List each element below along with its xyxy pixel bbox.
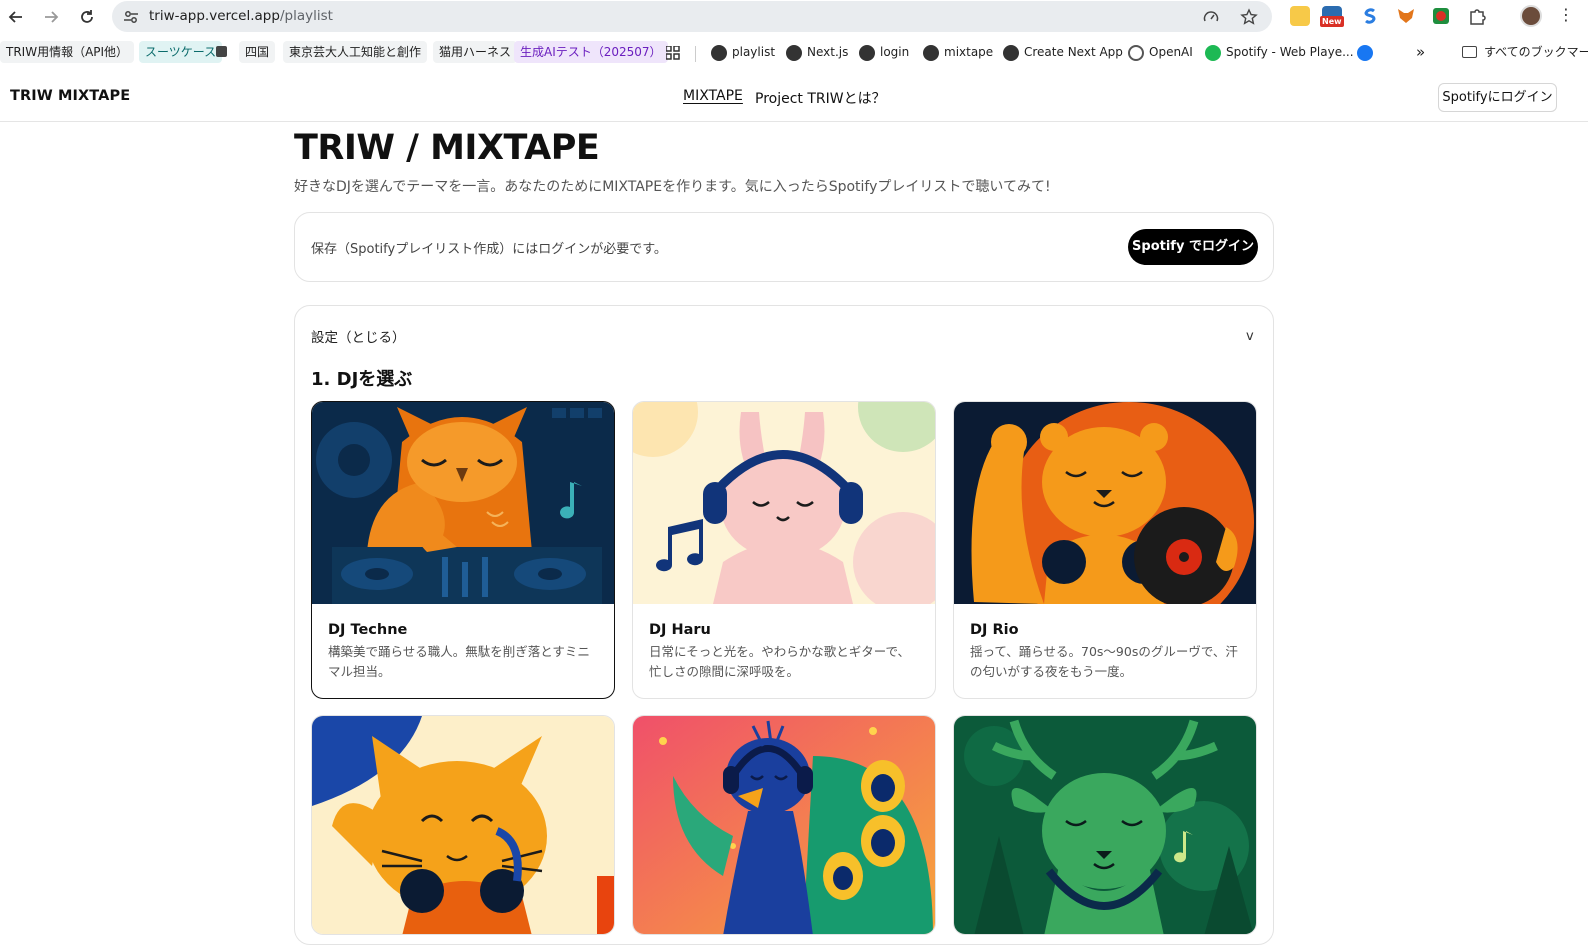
bookmark-login[interactable]: login (880, 42, 909, 62)
login-notice-text: 保存（Spotifyプレイリスト作成）にはログインが必要です。 (311, 242, 667, 257)
chevron-down-icon[interactable]: v (1246, 329, 1254, 344)
facebook-icon[interactable] (1357, 45, 1373, 61)
folder-icon (1462, 46, 1477, 58)
dj-deer-illustration (954, 716, 1256, 934)
news-extension-icon[interactable]: New (1320, 6, 1344, 27)
dj-card-techne[interactable]: DJ Techne 構築美で踊らせる職人。無駄を削ぎ落とすミニマル担当。 (311, 401, 615, 699)
dj-description: 日常にそっと光を。やわらかな歌とギターで、忙しさの隙間に深呼吸を。 (649, 644, 911, 679)
dj-techne-illustration (312, 402, 614, 604)
dj-name: DJ Haru (649, 622, 711, 638)
bookmark-shikoku[interactable]: 四国 (239, 41, 276, 63)
bookmark-cat-harness[interactable]: 猫用ハーネス (433, 41, 518, 63)
s-extension-icon[interactable] (1360, 6, 1380, 26)
fox-extension-icon[interactable] (1396, 6, 1416, 26)
new-badge: New (1320, 16, 1344, 27)
settings-toggle[interactable]: 設定（とじる） (311, 326, 406, 346)
site-settings-icon[interactable] (122, 8, 140, 26)
dj-description: 構築美で踊らせる職人。無駄を削ぎ落とすミニマル担当。 (328, 644, 590, 679)
menu-kebab-icon[interactable]: ⋮ (1558, 6, 1574, 24)
bookmark-openai[interactable]: OpenAI (1149, 42, 1193, 62)
dj-card-deer[interactable] (953, 715, 1257, 935)
app-header: TRIW MIXTAPE MIXTAPE Project TRIWとは？ Spo… (0, 74, 1588, 122)
bookmark-suitcase[interactable]: スーツケース (139, 41, 223, 63)
forward-icon[interactable] (39, 5, 63, 29)
bookmark-star-icon[interactable] (1240, 8, 1258, 26)
url-path: /playlist (279, 8, 333, 24)
dj-haru-illustration (633, 402, 935, 604)
url-text[interactable]: triw-app.vercel.app/playlist (149, 8, 333, 24)
url-host: triw-app.vercel.app (149, 8, 280, 24)
nav-about-triw[interactable]: Project TRIWとは？ (755, 88, 886, 108)
bookmark-mixtape[interactable]: mixtape (944, 42, 993, 62)
dj-cat-illustration (312, 716, 614, 934)
spotify-icon (1205, 45, 1221, 61)
dj-name: DJ Techne (328, 622, 408, 638)
back-icon[interactable] (4, 5, 28, 29)
section-title-choose-dj: 1. DJを選ぶ (311, 369, 413, 390)
dj-card-cat[interactable] (311, 715, 615, 935)
record-extension-icon[interactable] (1431, 6, 1451, 26)
settings-panel: 設定（とじる） v 1. DJを選ぶ DJ Techne 構築美で踊らせる職人。… (294, 305, 1274, 945)
login-notice-card: 保存（Spotifyプレイリスト作成）にはログインが必要です。 Spotify … (294, 212, 1274, 282)
dj-name: DJ Rio (970, 622, 1019, 638)
bookmarks-bar: TRIW用情報（API他） スーツケース 四国 東京芸大人工知能と創作 猫用ハー… (0, 38, 1588, 68)
bookmark-divider (695, 46, 696, 62)
bookmark-geidai[interactable]: 東京芸大人工知能と創作 (283, 41, 428, 63)
bookmark-triw-info[interactable]: TRIW用情報（API他） (0, 41, 135, 63)
page-subtitle: 好きなDJを選んでテーマを一言。あなたのためにMIXTAPEを作ります。気に入っ… (294, 179, 1051, 195)
bookmark-playlist[interactable]: playlist (732, 42, 775, 62)
nav-mixtape[interactable]: MIXTAPE (683, 88, 743, 104)
bookmark-square-icon[interactable] (216, 46, 227, 57)
bookmark-all-bookmarks[interactable]: すべてのブックマーク (1484, 42, 1588, 62)
brand-logo[interactable]: TRIW MIXTAPE (10, 88, 130, 104)
bookmark-genai-test[interactable]: 生成AIテスト（202507） (514, 41, 668, 63)
bookmark-spotify[interactable]: Spotify - Web Playe... (1226, 42, 1354, 62)
globe-icon (1003, 45, 1019, 61)
bookmarks-overflow-chevron-icon[interactable]: » (1416, 42, 1425, 62)
extensions-puzzle-icon[interactable] (1467, 6, 1487, 26)
globe-icon (859, 45, 875, 61)
browser-toolbar: triw-app.vercel.app/playlist New ⋮ (0, 0, 1588, 34)
globe-icon (923, 45, 939, 61)
bookmark-nextjs[interactable]: Next.js (807, 42, 848, 62)
reload-icon[interactable] (75, 5, 99, 29)
bookmark-create-next-app[interactable]: Create Next App (1024, 42, 1123, 62)
spotify-login-button[interactable]: Spotify でログイン (1128, 229, 1258, 265)
dj-description: 揺って、踊らせる。70s〜90sのグルーヴで、汗の匂いがする夜をもう一度。 (970, 644, 1238, 679)
dj-peacock-illustration (633, 716, 935, 934)
note-extension-icon[interactable] (1290, 6, 1310, 26)
dj-card-haru[interactable]: DJ Haru 日常にそっと光を。やわらかな歌とギターで、忙しさの隙間に深呼吸を… (632, 401, 936, 699)
dj-card-rio[interactable]: DJ Rio 揺って、踊らせる。70s〜90sのグルーヴで、汗の匂いがする夜をも… (953, 401, 1257, 699)
openai-icon (1128, 45, 1144, 61)
globe-icon (711, 45, 727, 61)
header-spotify-login-button[interactable]: Spotifyにログイン (1438, 83, 1557, 112)
apps-grid-icon[interactable] (665, 45, 680, 60)
globe-icon (786, 45, 802, 61)
address-bar[interactable]: triw-app.vercel.app/playlist (112, 1, 1272, 32)
profile-avatar[interactable] (1520, 5, 1542, 27)
dj-card-peacock[interactable] (632, 715, 936, 935)
page-title: TRIW / MIXTAPE (294, 128, 600, 168)
dj-rio-illustration (954, 402, 1256, 604)
performance-icon[interactable] (1202, 8, 1220, 26)
